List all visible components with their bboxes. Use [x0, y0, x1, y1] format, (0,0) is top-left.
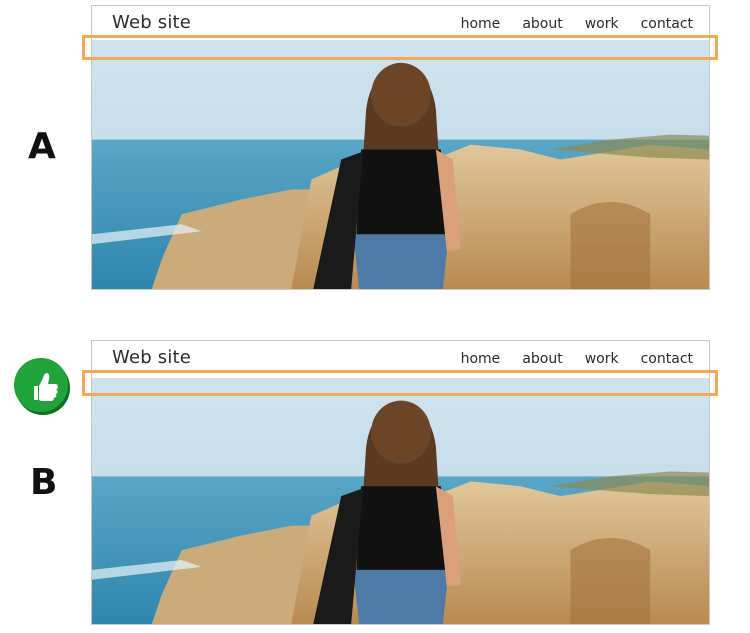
highlight-box-a — [82, 35, 718, 60]
site-title[interactable]: Web site — [112, 12, 191, 33]
nav-link-about[interactable]: about — [522, 351, 562, 367]
nav-link-about[interactable]: about — [522, 16, 562, 32]
variant-label-a: A — [28, 126, 56, 167]
site-title[interactable]: Web site — [112, 347, 191, 368]
hero-image — [92, 378, 709, 624]
hero-image — [92, 40, 709, 289]
comparison-page: A Web site home about work contact B Web… — [0, 0, 750, 633]
nav-links: home about work contact — [461, 16, 693, 32]
nav-link-home[interactable]: home — [461, 16, 501, 32]
nav-link-contact[interactable]: contact — [641, 16, 693, 32]
nav-link-contact[interactable]: contact — [641, 351, 693, 367]
nav-link-home[interactable]: home — [461, 351, 501, 367]
highlight-box-b — [82, 370, 718, 396]
nav-link-work[interactable]: work — [585, 16, 619, 32]
nav-links: home about work contact — [461, 351, 693, 367]
nav-link-work[interactable]: work — [585, 351, 619, 367]
variant-label-b: B — [30, 462, 58, 503]
thumbs-up-icon — [14, 358, 70, 415]
